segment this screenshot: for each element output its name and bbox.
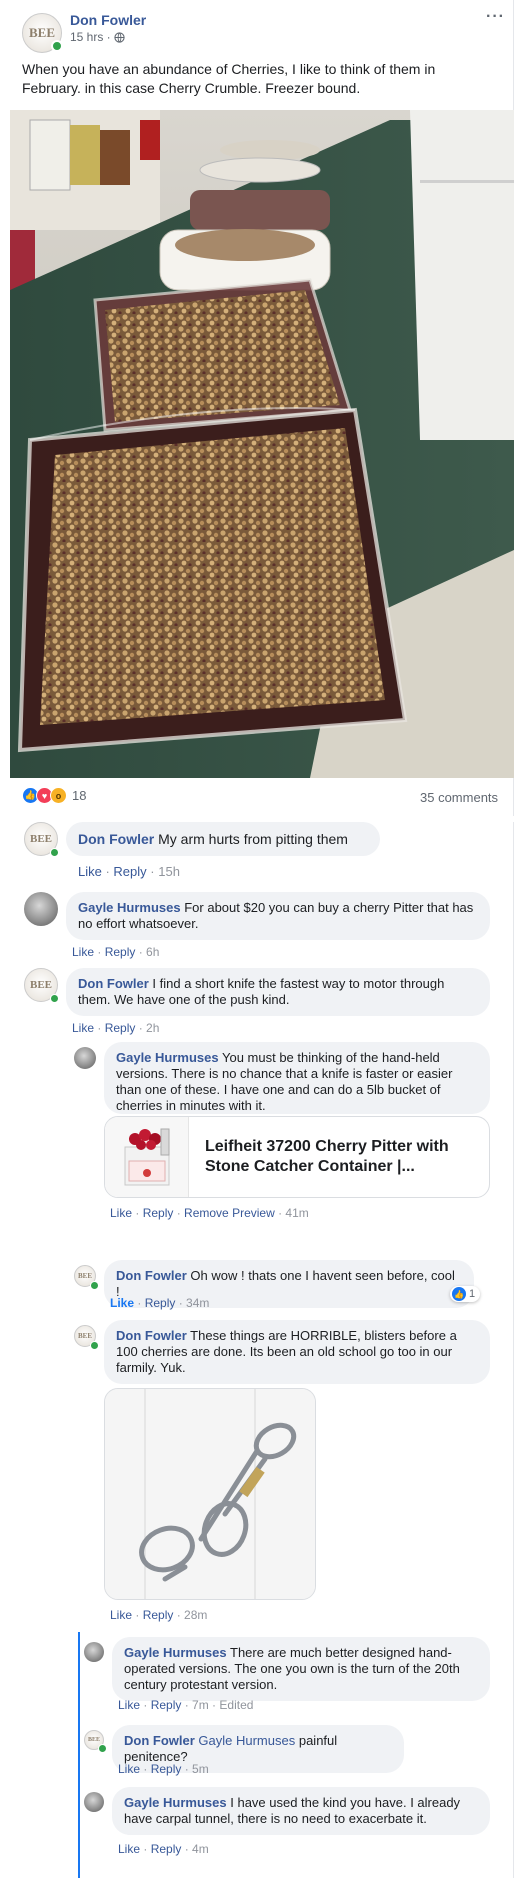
- reply-avatar[interactable]: [84, 1792, 104, 1812]
- post-photo[interactable]: [10, 110, 514, 778]
- reply-avatar[interactable]: [84, 1642, 104, 1662]
- new-replies-indicator: [78, 1632, 80, 1878]
- reply-bubble: Don Fowler These things are HORRIBLE, bl…: [104, 1320, 490, 1384]
- reply-link[interactable]: Reply: [143, 1206, 174, 1220]
- like-link[interactable]: Like: [110, 1608, 132, 1622]
- reply-link[interactable]: Reply: [113, 864, 146, 879]
- comment-author[interactable]: Don Fowler: [78, 831, 154, 847]
- comment-actions: Like · Reply · 2h: [72, 1021, 160, 1035]
- online-indicator: [90, 1341, 99, 1350]
- link-preview-image: [105, 1117, 189, 1197]
- globe-icon: [114, 31, 125, 43]
- like-link[interactable]: Like: [110, 1296, 134, 1310]
- online-indicator: [50, 848, 59, 857]
- reactions-summary[interactable]: 👍 ♥ o 18: [22, 787, 86, 804]
- reply-author[interactable]: Gayle Hurmuses: [124, 1645, 227, 1660]
- reply-time[interactable]: 7m: [192, 1698, 209, 1712]
- reply-time[interactable]: 34m: [186, 1296, 209, 1310]
- edited-label[interactable]: Edited: [219, 1698, 253, 1712]
- like-link[interactable]: Like: [118, 1842, 140, 1856]
- cherry-crumble-photo: [10, 110, 514, 778]
- reply-bubble: Gayle Hurmuses I have used the kind you …: [112, 1787, 490, 1835]
- reply-actions: Like · Reply · 7m · Edited: [118, 1698, 254, 1712]
- reply-actions: Like · Reply · 5m: [118, 1762, 209, 1776]
- reaction-count: 1: [469, 1288, 476, 1300]
- cherry-pitter-product-image: [124, 1128, 170, 1186]
- like-reaction-icon: 👍: [452, 1287, 466, 1301]
- reply-bubble: Gayle Hurmuses You must be thinking of t…: [104, 1042, 490, 1114]
- more-options-icon[interactable]: ···: [486, 8, 505, 26]
- reply-author[interactable]: Don Fowler: [116, 1328, 187, 1343]
- reply-link[interactable]: Reply: [151, 1762, 182, 1776]
- post-text: When you have an abundance of Cherries, …: [22, 61, 436, 96]
- comment-author[interactable]: Gayle Hurmuses: [78, 900, 181, 915]
- reply-actions: Like · Reply · 34m: [110, 1296, 210, 1310]
- reply-photo[interactable]: [104, 1388, 316, 1600]
- like-link[interactable]: Like: [72, 1021, 94, 1035]
- reply-actions: Like · Reply · 4m: [118, 1842, 209, 1856]
- link-preview-card[interactable]: Leifheit 37200 Cherry Pitter with Stone …: [104, 1116, 490, 1198]
- like-link[interactable]: Like: [72, 945, 94, 959]
- reply-author[interactable]: Don Fowler: [116, 1268, 187, 1283]
- like-link[interactable]: Like: [118, 1698, 140, 1712]
- post-meta: 15 hrs ·: [70, 30, 125, 44]
- like-link[interactable]: Like: [78, 864, 102, 879]
- reply-actions: Like · Reply · Remove Preview · 41m: [110, 1206, 309, 1220]
- reply-link[interactable]: Reply: [145, 1296, 176, 1310]
- comment-bubble: Don Fowler My arm hurts from pitting the…: [66, 822, 380, 856]
- reply-link[interactable]: Reply: [105, 945, 136, 959]
- comment-actions: Like · Reply · 6h: [72, 945, 160, 959]
- comments-count[interactable]: 35 comments: [420, 790, 498, 805]
- reply-author[interactable]: Don Fowler: [124, 1733, 195, 1748]
- wow-reaction-icon: o: [50, 787, 67, 804]
- reply-reaction-badge[interactable]: 👍 1: [450, 1286, 481, 1302]
- link-preview-title[interactable]: Leifheit 37200 Cherry Pitter with Stone …: [205, 1137, 475, 1177]
- commenter-avatar[interactable]: [24, 892, 58, 926]
- reply-time[interactable]: 41m: [285, 1206, 308, 1220]
- post-card: BEE Don Fowler 15 hrs · ··· When you hav…: [10, 0, 514, 816]
- comment-time[interactable]: 6h: [146, 945, 159, 959]
- like-link[interactable]: Like: [110, 1206, 132, 1220]
- comment-time[interactable]: 15h: [158, 864, 180, 879]
- reply-avatar[interactable]: [74, 1047, 96, 1069]
- comment-bubble: Gayle Hurmuses For about $20 you can buy…: [66, 892, 490, 940]
- reply-time[interactable]: 28m: [184, 1608, 207, 1622]
- reply-author[interactable]: Gayle Hurmuses: [116, 1050, 219, 1065]
- reply-bubble: Gayle Hurmuses There are much better des…: [112, 1637, 490, 1701]
- comment-bubble: Don Fowler I find a short knife the fast…: [66, 968, 490, 1016]
- online-indicator: [50, 994, 59, 1003]
- online-indicator: [51, 40, 63, 52]
- like-link[interactable]: Like: [118, 1762, 140, 1776]
- hand-cherry-pitter-photo: [105, 1389, 315, 1599]
- comments-section: BEE Don Fowler My arm hurts from pitting…: [10, 822, 514, 1878]
- reply-time[interactable]: 4m: [192, 1842, 209, 1856]
- reply-time[interactable]: 5m: [192, 1762, 209, 1776]
- avatar-text: BEE: [28, 25, 55, 40]
- post-author[interactable]: Don Fowler: [70, 12, 146, 28]
- reply-author[interactable]: Gayle Hurmuses: [124, 1795, 227, 1810]
- mention-link[interactable]: Gayle Hurmuses: [198, 1733, 295, 1748]
- reply-link[interactable]: Reply: [143, 1608, 174, 1622]
- comment-text: My arm hurts from pitting them: [158, 831, 348, 847]
- online-indicator: [90, 1281, 99, 1290]
- post-timestamp[interactable]: 15 hrs ·: [70, 30, 111, 44]
- online-indicator: [98, 1744, 107, 1753]
- reply-link[interactable]: Reply: [105, 1021, 136, 1035]
- reply-link[interactable]: Reply: [151, 1698, 182, 1712]
- comment-time[interactable]: 2h: [146, 1021, 159, 1035]
- comment-actions: Like · Reply · 15h: [78, 864, 180, 879]
- reply-actions: Like · Reply · 28m: [110, 1608, 208, 1622]
- reply-link[interactable]: Reply: [151, 1842, 182, 1856]
- comment-author[interactable]: Don Fowler: [78, 976, 149, 991]
- reactions-count: 18: [72, 788, 87, 803]
- remove-preview-link[interactable]: Remove Preview: [184, 1206, 275, 1220]
